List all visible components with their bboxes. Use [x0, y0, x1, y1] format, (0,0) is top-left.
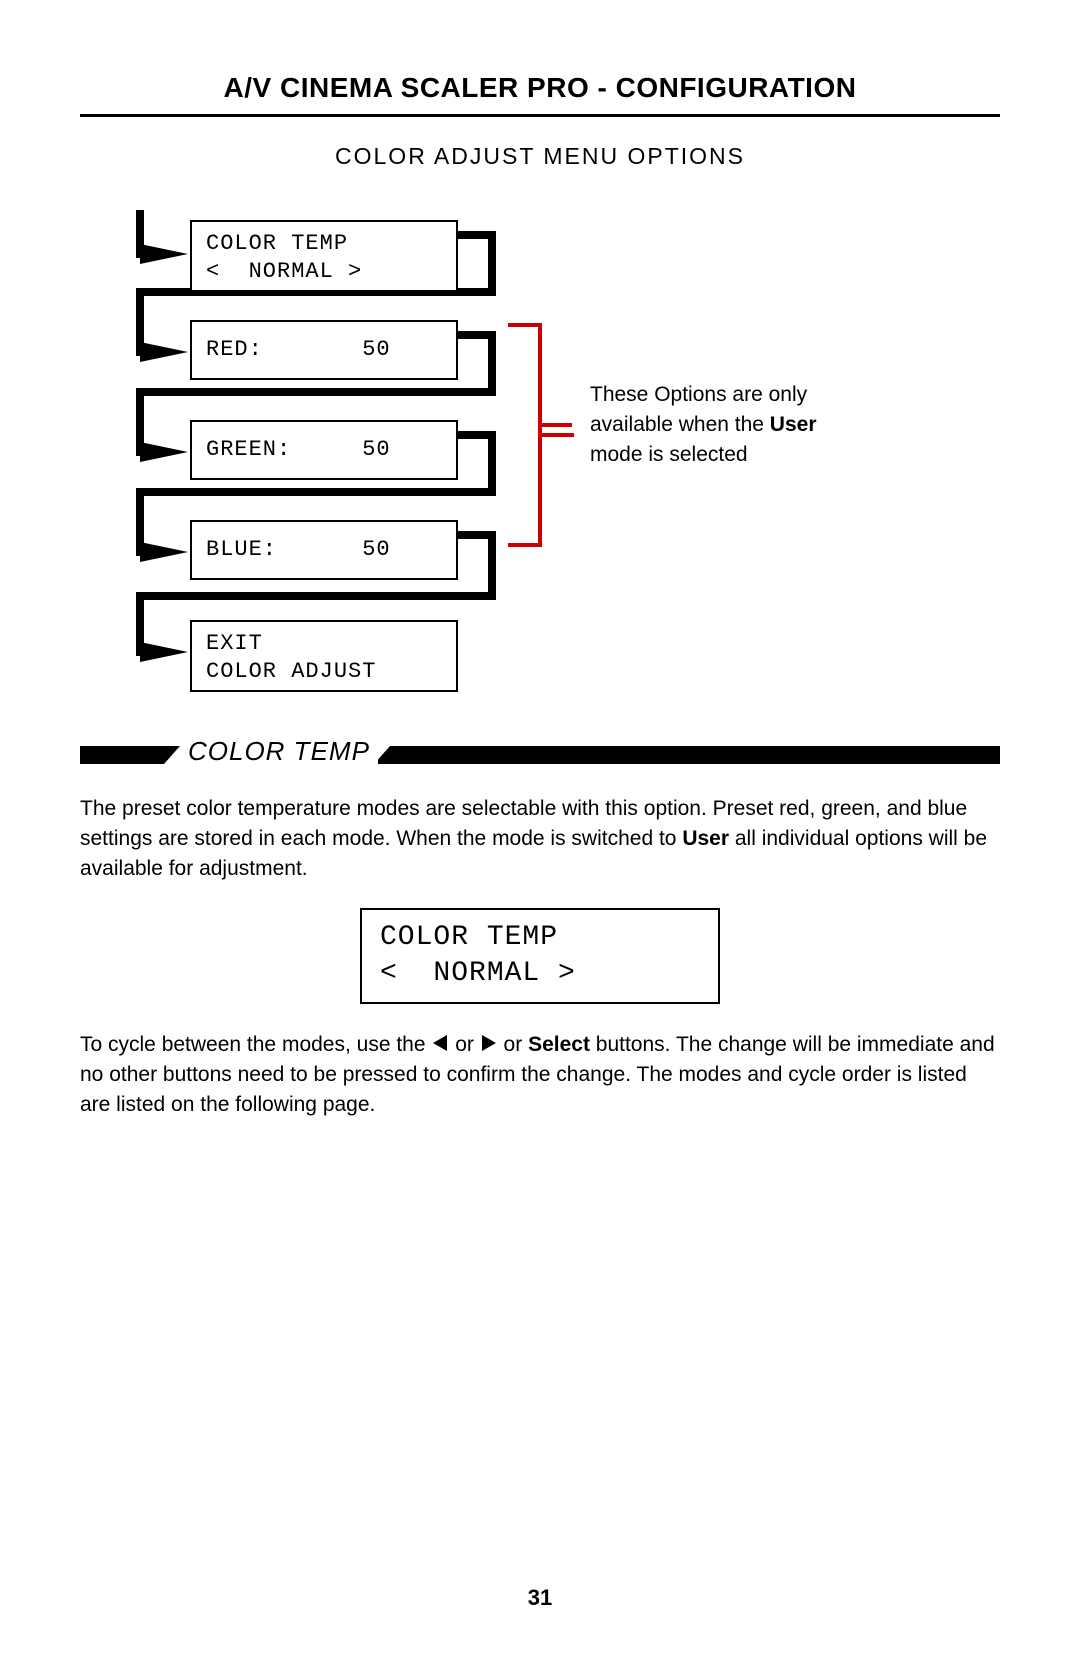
text: or: [498, 1033, 528, 1056]
lcd-exit: EXIT COLOR ADJUST: [190, 620, 458, 692]
title-rule: [80, 114, 1000, 117]
lcd-line: GREEN: 50: [206, 437, 391, 462]
text: or: [449, 1033, 479, 1056]
lcd-line: COLOR TEMP: [380, 922, 558, 953]
page-number: 31: [0, 1585, 1080, 1611]
lcd-line: COLOR TEMP: [206, 231, 348, 256]
section-heading-label: COLOR TEMP: [180, 736, 378, 767]
lcd-line: EXIT: [206, 631, 263, 656]
paragraph-1: The preset color temperature modes are s…: [80, 794, 1000, 884]
lcd-red: RED: 50: [190, 320, 458, 380]
lcd-green: GREEN: 50: [190, 420, 458, 480]
left-arrow-icon: [433, 1035, 447, 1051]
note-text: mode is selected: [590, 443, 748, 466]
section-heading: COLOR TEMP: [80, 740, 1000, 772]
lcd-line: COLOR ADJUST: [206, 659, 376, 684]
text-bold: User: [682, 827, 729, 850]
text-bold: Select: [528, 1033, 590, 1056]
lcd-blue: BLUE: 50: [190, 520, 458, 580]
lcd-line: < NORMAL >: [206, 259, 362, 284]
lcd-line: BLUE: 50: [206, 537, 391, 562]
user-mode-note: These Options are only available when th…: [590, 380, 840, 470]
lcd-line: < NORMAL >: [380, 958, 576, 989]
text: To cycle between the modes, use the: [80, 1033, 431, 1056]
lcd-line: RED: 50: [206, 337, 391, 362]
menu-diagram: COLOR TEMP < NORMAL > RED: 50 GREEN: 50 …: [80, 200, 1000, 710]
lcd-color-temp: COLOR TEMP < NORMAL >: [190, 220, 458, 292]
lcd-example: COLOR TEMP < NORMAL >: [360, 908, 720, 1004]
subtitle: COLOR ADJUST MENU OPTIONS: [80, 143, 1000, 170]
note-bold: User: [770, 413, 817, 436]
paragraph-2: To cycle between the modes, use the or o…: [80, 1030, 1000, 1120]
page-title: A/V CINEMA SCALER PRO - CONFIGURATION: [80, 72, 1000, 104]
right-arrow-icon: [482, 1035, 496, 1051]
